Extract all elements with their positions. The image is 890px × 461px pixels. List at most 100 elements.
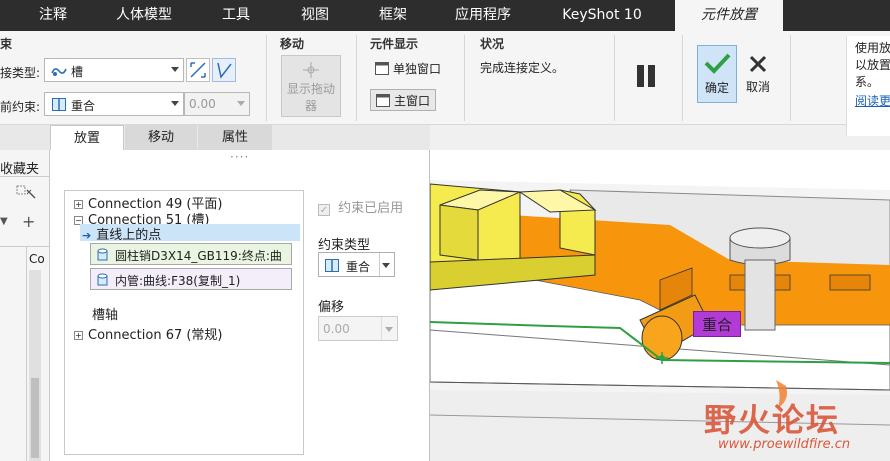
flip-direction-icon xyxy=(190,62,206,78)
arrow-right-icon: ➔ xyxy=(82,229,92,242)
window-icon xyxy=(376,94,390,107)
graphics-viewport[interactable]: 重合 野火论坛 www.proewildfire.cn xyxy=(430,150,890,461)
expand-icon[interactable]: + xyxy=(74,331,83,340)
constraint-tag[interactable]: 重合 xyxy=(693,311,741,337)
tab-component-placement[interactable]: 元件放置 xyxy=(675,0,783,31)
pause-icon xyxy=(637,65,644,87)
checkbox-icon: ✓ xyxy=(318,204,330,216)
watermark-logo: 野火论坛 xyxy=(704,401,841,439)
constraint-angle-icon xyxy=(217,62,232,79)
tab-annotate[interactable]: 注释 xyxy=(22,0,84,31)
ok-button[interactable]: 确定 xyxy=(697,45,737,103)
help-read-more-link[interactable]: 阅读更 xyxy=(855,93,890,110)
constraint-enabled-checkbox[interactable]: ✓ 约束已启用 xyxy=(318,197,403,216)
tree-item-point-on-line[interactable]: ➔ 直线上的点 xyxy=(80,224,300,243)
check-icon xyxy=(704,53,731,74)
reference-collector-2[interactable]: 内管:曲线:F38(复制_1) xyxy=(90,268,292,290)
favorites-settings-icon[interactable] xyxy=(15,184,37,202)
tab-human-model[interactable]: 人体模型 xyxy=(102,0,186,31)
tab-frame[interactable]: 框架 xyxy=(362,0,424,31)
subtab-move[interactable]: 移动 xyxy=(125,125,197,150)
main-window-label: 主窗口 xyxy=(394,94,431,108)
window-icon xyxy=(375,62,389,75)
help-text-3: 系。 xyxy=(855,75,880,89)
cancel-label: 取消 xyxy=(745,80,770,94)
current-constraint-dropdown[interactable]: 重合 xyxy=(44,92,184,116)
divider xyxy=(682,35,683,121)
group-title-status: 状况 xyxy=(480,37,505,51)
divider xyxy=(26,246,27,461)
flip-direction-button[interactable] xyxy=(186,58,210,82)
tab-applications[interactable]: 应用程序 xyxy=(440,0,526,31)
favorites-title: 收藏夹 xyxy=(0,162,40,177)
chevron-down-icon[interactable]: ▼ xyxy=(0,216,8,227)
scrollbar[interactable] xyxy=(29,270,41,461)
expand-icon[interactable]: + xyxy=(74,200,83,209)
cylinder-part-icon xyxy=(97,248,108,261)
show-dragger-button[interactable]: 显示拖动 器 xyxy=(281,55,341,117)
group-title-move: 移动 xyxy=(280,37,305,51)
offset-field-value: 0.00 xyxy=(323,322,350,336)
ribbon: 束 接类型: 槽 前约束: 重合 0.00 移动 显示拖动 器 元件显示 单独窗… xyxy=(0,31,890,136)
move-dragger-icon xyxy=(303,62,319,78)
pause-button[interactable] xyxy=(634,63,660,89)
divider xyxy=(0,246,50,247)
connection-type-label: 接类型: xyxy=(0,66,41,80)
subtab-placement[interactable]: 放置 xyxy=(50,125,124,150)
constraint-toggle-button[interactable] xyxy=(212,58,236,82)
constraint-enabled-label: 约束已启用 xyxy=(338,201,404,216)
divider xyxy=(614,35,615,121)
status-text: 完成连接定义。 xyxy=(480,61,565,75)
resize-grip-icon[interactable]: ···· xyxy=(230,150,249,164)
coincident-icon xyxy=(325,259,339,272)
subtab-properties[interactable]: 属性 xyxy=(198,125,272,150)
show-dragger-label-2: 器 xyxy=(304,99,317,113)
main-window-button[interactable]: 主窗口 xyxy=(370,89,436,111)
help-panel: 使用放 以放置 系。 阅读更 xyxy=(846,36,890,136)
offset-label: 偏移 xyxy=(318,300,345,315)
connection-type-dropdown[interactable]: 槽 xyxy=(44,58,184,82)
add-icon[interactable]: + xyxy=(22,212,35,231)
close-icon xyxy=(749,55,767,73)
coincident-icon xyxy=(52,98,66,111)
slot-connection-icon xyxy=(51,68,67,76)
current-constraint-value: 重合 xyxy=(71,99,96,113)
tree-item-label: 直线上的点 xyxy=(96,228,162,243)
part-icon xyxy=(97,273,108,286)
divider xyxy=(381,317,382,340)
constraint-type-dropdown[interactable]: 重合 xyxy=(318,252,395,277)
watermark-url: www.proewildfire.cn xyxy=(718,437,851,452)
chevron-down-icon xyxy=(385,327,393,332)
ribbon-tab-bar: 注释 人体模型 工具 视图 框架 应用程序 KeyShot 10 元件放置 xyxy=(0,0,890,31)
tab-keyshot[interactable]: KeyShot 10 xyxy=(548,0,656,31)
ok-label: 确定 xyxy=(704,81,729,95)
show-dragger-label-1: 显示拖动 xyxy=(286,82,335,96)
pause-icon-bar xyxy=(648,65,655,87)
divider xyxy=(790,35,791,121)
help-text-2: 以放置 xyxy=(855,58,890,72)
scrollbar-thumb[interactable] xyxy=(31,378,39,458)
reference-2-label: 内管:曲线:F38(复制_1) xyxy=(115,274,241,288)
cancel-button[interactable]: 取消 xyxy=(741,45,775,103)
group-title-component-display: 元件显示 xyxy=(370,37,419,51)
chevron-down-icon xyxy=(382,263,390,268)
offset-field[interactable]: 0.00 xyxy=(318,316,398,341)
tree-item-slot-axis[interactable]: 槽轴 xyxy=(92,304,118,323)
help-text-1: 使用放 xyxy=(855,41,890,55)
group-title-constraint: 束 xyxy=(0,37,13,51)
offset-input[interactable]: 0.00 xyxy=(184,92,250,116)
connection-type-value: 槽 xyxy=(71,65,84,79)
reference-collector-1[interactable]: 圆柱销D3X14_GB119:终点:曲 xyxy=(90,243,292,265)
current-constraint-label: 前约束: xyxy=(0,100,41,114)
tab-tools[interactable]: 工具 xyxy=(205,0,267,31)
tree-item-label: Connection 67 (常规) xyxy=(88,328,223,343)
column-header[interactable]: Co xyxy=(29,252,45,266)
divider xyxy=(356,35,357,121)
constraint-type-value: 重合 xyxy=(346,260,371,274)
separate-window-button[interactable]: 单独窗口 xyxy=(372,58,452,80)
favorites-pane: 收藏夹 ▼ + Co xyxy=(0,150,50,461)
tree-item-connection-67[interactable]: + Connection 67 (常规) xyxy=(74,324,223,343)
tab-view[interactable]: 视图 xyxy=(284,0,346,31)
separate-window-label: 单独窗口 xyxy=(393,62,442,76)
divider xyxy=(464,35,465,121)
